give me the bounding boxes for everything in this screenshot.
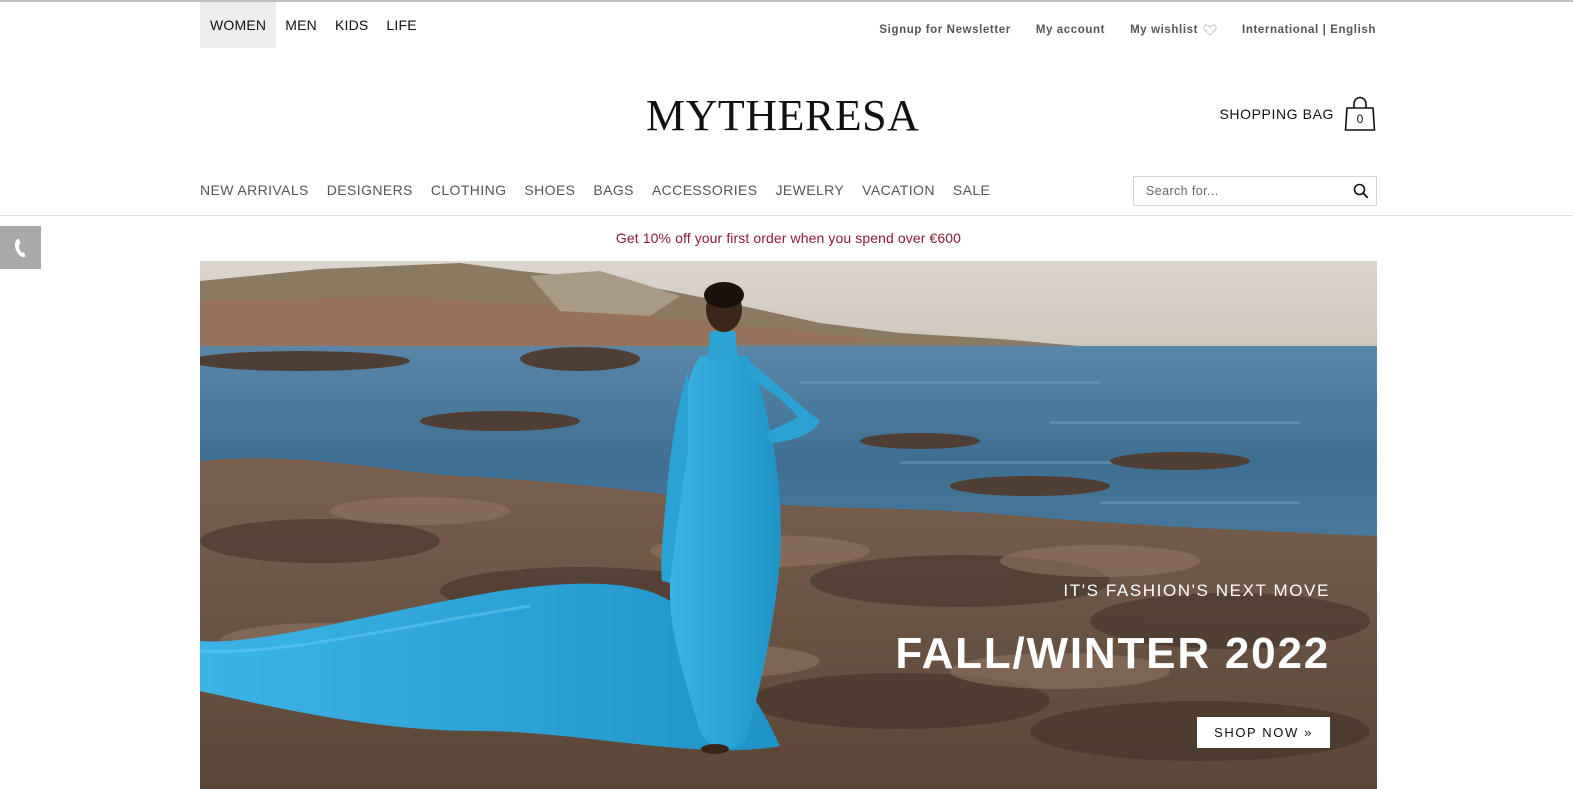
nav-divider xyxy=(0,215,1573,216)
search-icon xyxy=(1353,183,1369,199)
hero-kicker: IT'S FASHION'S NEXT MOVE xyxy=(1063,581,1330,600)
main-nav: NEW ARRIVALS DESIGNERS CLOTHING SHOES BA… xyxy=(200,182,1008,198)
tab-men[interactable]: MEN xyxy=(276,2,326,48)
heart-icon xyxy=(1203,24,1217,36)
account-link[interactable]: My account xyxy=(1036,24,1105,36)
wishlist-link[interactable]: My wishlist xyxy=(1130,24,1217,36)
tab-life[interactable]: LIFE xyxy=(377,2,425,48)
locale-link[interactable]: International | English xyxy=(1242,24,1376,36)
gender-tabs: WOMEN MEN KIDS LIFE xyxy=(200,2,426,48)
shop-now-button[interactable]: SHOP NOW » xyxy=(1197,717,1330,748)
shopping-bag-button[interactable]: SHOPPING BAG 0 xyxy=(1219,96,1376,132)
nav-accessories[interactable]: ACCESSORIES xyxy=(652,182,758,198)
shopping-bag-label: SHOPPING BAG xyxy=(1219,106,1334,122)
newsletter-label: Signup for Newsletter xyxy=(879,24,1011,36)
search-box xyxy=(1133,176,1377,206)
hero-title: FALL/WINTER 2022 xyxy=(895,629,1330,678)
hero-banner[interactable]: IT'S FASHION'S NEXT MOVE FALL/WINTER 202… xyxy=(200,261,1377,789)
account-label: My account xyxy=(1035,24,1106,36)
nav-shoes[interactable]: SHOES xyxy=(524,182,575,198)
nav-vacation[interactable]: VACATION xyxy=(862,182,935,198)
search-button[interactable] xyxy=(1346,177,1376,205)
nav-designers[interactable]: DESIGNERS xyxy=(327,182,413,198)
hero-image xyxy=(200,261,1377,789)
tab-kids[interactable]: KIDS xyxy=(326,2,377,48)
newsletter-link[interactable]: Signup for Newsletter xyxy=(879,24,1010,36)
nav-jewelry[interactable]: JEWELRY xyxy=(775,182,844,198)
utility-links: Signup for Newsletter My account My wish… xyxy=(879,24,1376,36)
tab-women[interactable]: WOMEN xyxy=(200,2,277,48)
bag-count: 0 xyxy=(1356,112,1364,126)
site-logo[interactable]: MYTHERESA xyxy=(646,92,936,140)
nav-bags[interactable]: BAGS xyxy=(593,182,634,198)
nav-new-arrivals[interactable]: NEW ARRIVALS xyxy=(200,182,309,198)
locale-label: International | English xyxy=(1242,24,1376,36)
nav-sale[interactable]: SALE xyxy=(953,182,990,198)
shopping-bag-icon: 0 xyxy=(1344,96,1376,132)
nav-clothing[interactable]: CLOTHING xyxy=(431,182,507,198)
wishlist-label: My wishlist xyxy=(1130,24,1199,36)
promo-banner[interactable]: Get 10% off your first order when you sp… xyxy=(0,230,1573,246)
search-input[interactable] xyxy=(1134,177,1346,205)
